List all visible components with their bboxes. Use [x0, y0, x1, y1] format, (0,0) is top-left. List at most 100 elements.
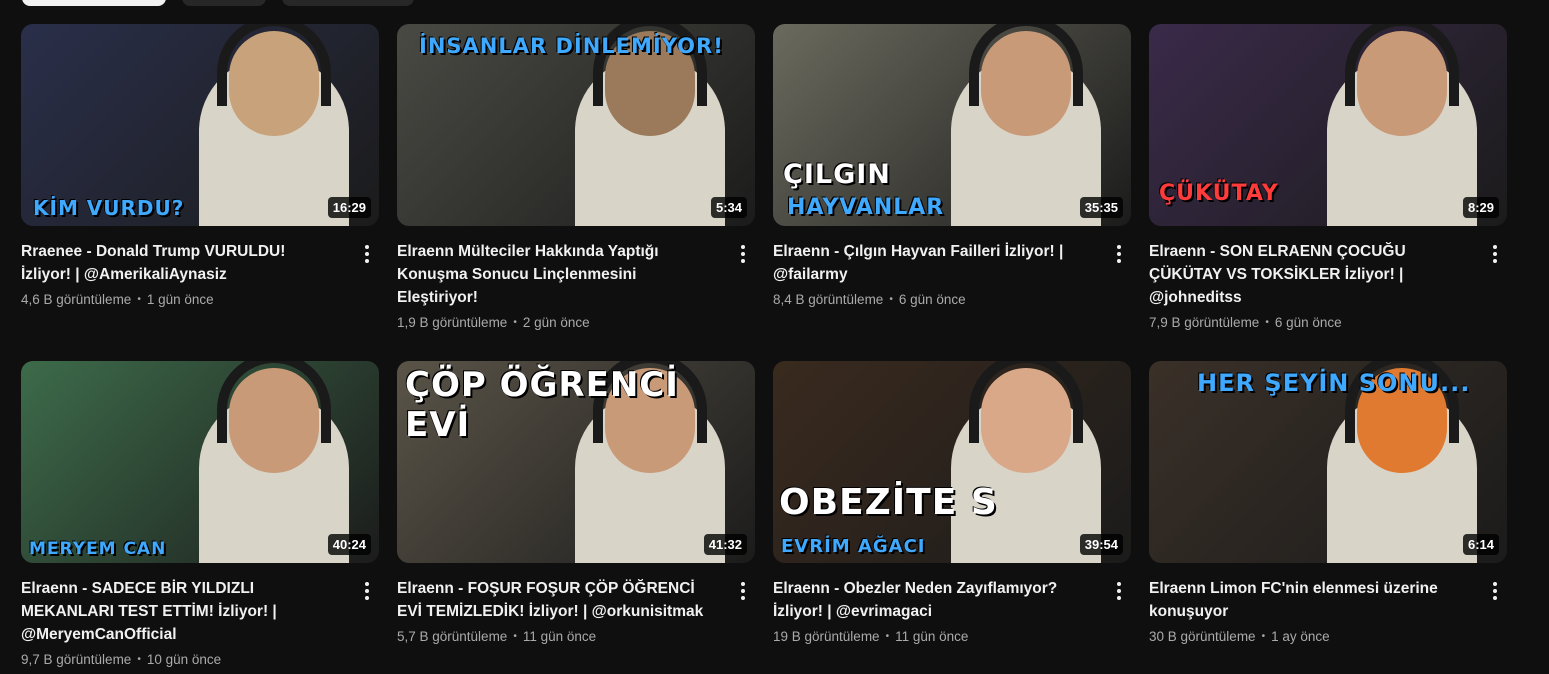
video-card[interactable]: KİM VURDU? 16:29 Rraenee - Donald Trump …	[21, 24, 379, 337]
video-text: Elraenn Mülteciler Hakkında Yaptığı Konu…	[397, 240, 731, 330]
video-stats: 5,7 B görüntüleme • 11 gün önce	[397, 629, 707, 644]
video-card[interactable]: MERYEM CAN 40:24 Elraenn - SADECE BİR YI…	[21, 361, 379, 674]
more-options-icon[interactable]	[355, 579, 379, 603]
thumbnail-overlay-text: ÇÜKÜTAY	[1159, 181, 1279, 206]
video-thumbnail[interactable]: ÇILGIN HAYVANLAR 35:35	[773, 24, 1131, 226]
video-title[interactable]: Elraenn - SON ELRAENN ÇOCUĞU ÇÜKÜTAY VS …	[1149, 240, 1459, 309]
separator-dot: •	[513, 631, 517, 642]
headset-icon	[969, 24, 1083, 106]
thumbnail-overlay-text: İNSANLAR DİNLEMİYOR!	[419, 34, 724, 58]
thumbnail-art	[21, 361, 379, 563]
video-title[interactable]: Elraenn Mülteciler Hakkında Yaptığı Konu…	[397, 240, 707, 309]
video-duration: 39:54	[1079, 534, 1123, 555]
video-text: Elraenn - FOŞUR FOŞUR ÇÖP ÖĞRENCİ EVİ TE…	[397, 577, 731, 644]
view-count: 1,9 B görüntüleme	[397, 315, 508, 330]
thumbnail-overlay-text: KİM VURDU?	[33, 196, 185, 220]
video-card[interactable]: ÇÜKÜTAY 8:29 Elraenn - SON ELRAENN ÇOCUĞ…	[1149, 24, 1507, 337]
view-count: 19 B görüntüleme	[773, 629, 880, 644]
video-meta: Elraenn - SON ELRAENN ÇOCUĞU ÇÜKÜTAY VS …	[1149, 240, 1507, 330]
video-duration: 16:29	[327, 197, 371, 218]
video-duration: 35:35	[1079, 197, 1123, 218]
video-title[interactable]: Elraenn - Çılgın Hayvan Failleri İzliyor…	[773, 240, 1083, 286]
video-stats: 1,9 B görüntüleme • 2 gün önce	[397, 315, 707, 330]
upload-age: 6 gün önce	[1274, 315, 1342, 330]
video-thumbnail[interactable]: MERYEM CAN 40:24	[21, 361, 379, 563]
separator-dot: •	[513, 317, 517, 328]
upload-age: 1 gün önce	[146, 292, 214, 307]
separator-dot: •	[885, 631, 890, 642]
video-duration: 40:24	[327, 534, 371, 555]
video-meta: Elraenn - FOŞUR FOŞUR ÇÖP ÖĞRENCİ EVİ TE…	[397, 577, 755, 644]
video-meta: Elraenn - SADECE BİR YILDIZLI MEKANLARI …	[21, 577, 379, 667]
filter-chip[interactable]	[282, 0, 414, 6]
separator-dot: •	[137, 294, 141, 305]
more-options-icon[interactable]	[1107, 242, 1131, 266]
view-count: 9,7 B görüntüleme	[21, 652, 132, 667]
video-thumbnail[interactable]: İNSANLAR DİNLEMİYOR! 5:34	[397, 24, 755, 226]
headset-icon	[1345, 24, 1459, 106]
video-meta: Elraenn Limon FC'nin elenmesi üzerine ko…	[1149, 577, 1507, 644]
more-options-icon[interactable]	[1483, 242, 1507, 266]
headset-icon	[217, 24, 331, 106]
video-duration: 8:29	[1462, 197, 1499, 218]
more-options-icon[interactable]	[355, 242, 379, 266]
separator-dot: •	[889, 294, 893, 305]
video-title[interactable]: Elraenn Limon FC'nin elenmesi üzerine ko…	[1149, 577, 1459, 623]
video-meta: Elraenn - Obezler Neden Zayıflamıyor? İz…	[773, 577, 1131, 644]
more-options-icon[interactable]	[731, 579, 755, 603]
video-card[interactable]: OBEZİTE S EVRİM AĞACI 39:54 Elraenn - Ob…	[773, 361, 1131, 674]
view-count: 7,9 B görüntüleme	[1149, 315, 1260, 330]
video-title[interactable]: Elraenn - Obezler Neden Zayıflamıyor? İz…	[773, 577, 1083, 623]
thumbnail-overlay-text: OBEZİTE S	[779, 482, 998, 523]
video-thumbnail[interactable]: ÇÖP ÖĞRENCİ EVİ 41:32	[397, 361, 755, 563]
video-meta: Elraenn - Çılgın Hayvan Failleri İzliyor…	[773, 240, 1131, 307]
upload-age: 11 gün önce	[522, 629, 597, 644]
view-count: 8,4 B görüntüleme	[773, 292, 884, 307]
more-options-icon[interactable]	[1107, 579, 1131, 603]
video-card[interactable]: HER ŞEYİN SONU... 6:14 Elraenn Limon FC'…	[1149, 361, 1507, 674]
video-text: Elraenn Limon FC'nin elenmesi üzerine ko…	[1149, 577, 1483, 644]
thumbnail-art	[773, 361, 1131, 563]
video-stats: 7,9 B görüntüleme • 6 gün önce	[1149, 315, 1459, 330]
thumbnail-overlay-text: ÇILGIN	[783, 159, 891, 190]
video-card[interactable]: ÇÖP ÖĞRENCİ EVİ 41:32 Elraenn - FOŞUR FO…	[397, 361, 755, 674]
upload-age: 11 gün önce	[895, 629, 969, 644]
thumbnail-overlay-text: HER ŞEYİN SONU...	[1197, 369, 1471, 397]
headset-icon	[969, 361, 1083, 443]
video-meta: Elraenn Mülteciler Hakkında Yaptığı Konu…	[397, 240, 755, 330]
video-text: Elraenn - SADECE BİR YILDIZLI MEKANLARI …	[21, 577, 355, 667]
video-meta: Rraenee - Donald Trump VURULDU! İzliyor!…	[21, 240, 379, 307]
video-stats: 19 B görüntüleme • 11 gün önce	[773, 629, 1083, 644]
video-thumbnail[interactable]: HER ŞEYİN SONU... 6:14	[1149, 361, 1507, 563]
thumbnail-overlay-text: ÇÖP ÖĞRENCİ EVİ	[405, 365, 679, 445]
video-duration: 6:14	[1462, 534, 1499, 555]
video-stats: 30 B görüntüleme • 1 ay önce	[1149, 629, 1459, 644]
video-text: Elraenn - Çılgın Hayvan Failleri İzliyor…	[773, 240, 1107, 307]
video-thumbnail[interactable]: KİM VURDU? 16:29	[21, 24, 379, 226]
separator-dot: •	[1261, 631, 1266, 642]
more-options-icon[interactable]	[731, 242, 755, 266]
video-title[interactable]: Elraenn - FOŞUR FOŞUR ÇÖP ÖĞRENCİ EVİ TE…	[397, 577, 707, 623]
upload-age: 6 gün önce	[898, 292, 966, 307]
video-title[interactable]: Rraenee - Donald Trump VURULDU! İzliyor!…	[21, 240, 331, 286]
view-count: 5,7 B görüntüleme	[397, 629, 508, 644]
upload-age: 10 gün önce	[146, 652, 222, 667]
upload-age: 1 ay önce	[1271, 629, 1330, 644]
separator-dot: •	[1265, 317, 1269, 328]
video-thumbnail[interactable]: ÇÜKÜTAY 8:29	[1149, 24, 1507, 226]
video-thumbnail[interactable]: OBEZİTE S EVRİM AĞACI 39:54	[773, 361, 1131, 563]
video-duration: 5:34	[710, 197, 747, 218]
video-stats: 8,4 B görüntüleme • 6 gün önce	[773, 292, 1083, 307]
video-title[interactable]: Elraenn - SADECE BİR YILDIZLI MEKANLARI …	[21, 577, 331, 646]
video-card[interactable]: ÇILGIN HAYVANLAR 35:35 Elraenn - Çılgın …	[773, 24, 1131, 337]
video-text: Elraenn - Obezler Neden Zayıflamıyor? İz…	[773, 577, 1107, 644]
thumbnail-overlay-text: MERYEM CAN	[29, 539, 167, 559]
filter-chip[interactable]	[22, 0, 166, 6]
more-options-icon[interactable]	[1483, 579, 1507, 603]
video-stats: 9,7 B görüntüleme • 10 gün önce	[21, 652, 331, 667]
view-count: 30 B görüntüleme	[1149, 629, 1256, 644]
video-text: Rraenee - Donald Trump VURULDU! İzliyor!…	[21, 240, 355, 307]
thumbnail-overlay-subtext: EVRİM AĞACI	[781, 536, 926, 557]
video-card[interactable]: İNSANLAR DİNLEMİYOR! 5:34 Elraenn Mültec…	[397, 24, 755, 337]
filter-chip[interactable]	[182, 0, 266, 6]
